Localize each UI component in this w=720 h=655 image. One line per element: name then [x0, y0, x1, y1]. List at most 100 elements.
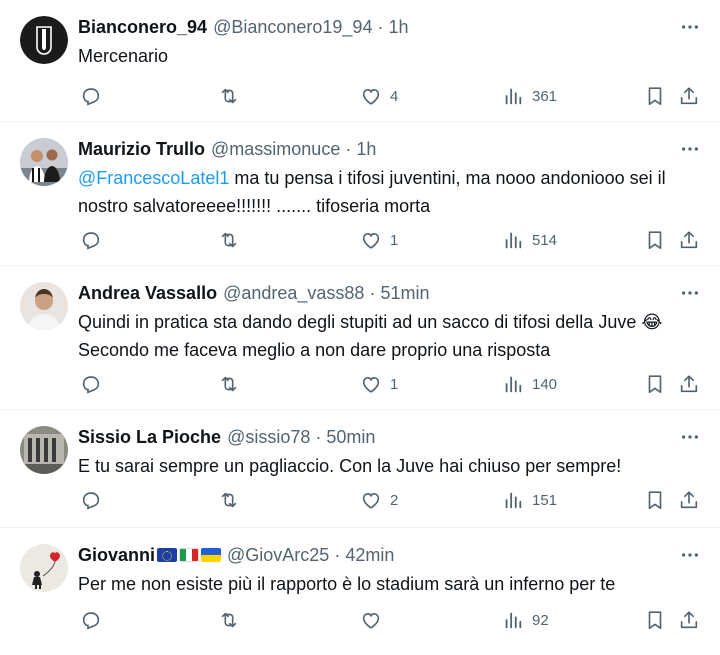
tweet-text: Per me non esiste più il rapporto è lo s… [78, 574, 616, 594]
bookmark-icon [644, 373, 666, 395]
girl-with-balloon-icon [20, 544, 68, 592]
like-button[interactable]: 1 [360, 226, 398, 254]
tweet[interactable]: Bianconero_94 @Bianconero19_94 · 1h Merc… [0, 0, 720, 122]
like-count: 4 [390, 87, 399, 105]
timestamp[interactable]: 50min [326, 424, 375, 450]
separator-dot: · [334, 545, 341, 565]
bookmark-icon [644, 229, 666, 251]
user-handle[interactable]: @Bianconero19_94 [213, 14, 372, 40]
flag-emojis [157, 548, 222, 562]
heart-icon [360, 489, 382, 511]
share-button[interactable] [678, 226, 700, 254]
tweet-text: E tu sarai sempre un pagliaccio. Con la … [78, 456, 622, 476]
reply-button[interactable] [80, 486, 110, 514]
like-button[interactable]: 4 [360, 82, 398, 110]
bookmark-button[interactable] [644, 82, 666, 110]
timestamp[interactable]: 1h [356, 136, 376, 162]
players-photo-icon [20, 138, 68, 186]
reply-button[interactable] [80, 370, 110, 398]
user-handle[interactable]: @andrea_vass88 [223, 280, 364, 306]
display-name[interactable]: Sissio La Pioche [78, 424, 221, 450]
avatar[interactable] [20, 138, 68, 186]
more-options-icon[interactable] [678, 280, 702, 306]
views-icon [502, 489, 524, 511]
display-name[interactable]: Maurizio Trullo [78, 136, 205, 162]
more-options-icon[interactable] [678, 136, 702, 162]
reply-button[interactable] [80, 606, 110, 634]
timestamp[interactable]: 42min [345, 542, 394, 568]
avatar[interactable] [20, 16, 68, 64]
views-button[interactable]: 140 [502, 370, 557, 398]
heart-icon [360, 609, 382, 631]
retweet-button[interactable] [218, 486, 248, 514]
share-button[interactable] [678, 606, 700, 634]
share-button[interactable] [678, 82, 700, 110]
mention-link[interactable]: @FrancescoLatel1 [78, 168, 229, 188]
reply-button[interactable] [80, 226, 110, 254]
view-count: 140 [532, 375, 558, 393]
tweet[interactable]: Giovanni @GiovArc25 · 42min Per me non e… [0, 528, 720, 655]
retweet-button[interactable] [218, 226, 248, 254]
more-options-icon[interactable] [678, 424, 702, 450]
views-icon [502, 229, 524, 251]
retweet-button[interactable] [218, 606, 248, 634]
like-button[interactable] [360, 606, 390, 634]
tweet-text-line: ma tu pensa i tifosi juventini, ma nooo … [229, 168, 666, 188]
retweet-button[interactable] [218, 370, 248, 398]
timestamp[interactable]: 51min [380, 280, 429, 306]
juventus-logo-icon [20, 16, 68, 64]
like-button[interactable]: 2 [360, 486, 398, 514]
share-button[interactable] [678, 486, 700, 514]
view-count: 92 [532, 611, 549, 629]
reply-icon [80, 489, 102, 511]
retweet-button[interactable] [218, 82, 248, 110]
avatar[interactable] [20, 544, 68, 592]
views-icon [502, 609, 524, 631]
tweet-text: @FrancescoLatel1 ma tu pensa i tifosi ju… [78, 164, 688, 220]
display-name[interactable]: Giovanni [78, 542, 155, 568]
more-options-icon[interactable] [678, 14, 702, 40]
reply-icon [80, 373, 102, 395]
display-name[interactable]: Bianconero_94 [78, 14, 207, 40]
bookmark-button[interactable] [644, 486, 666, 514]
views-button[interactable]: 361 [502, 82, 557, 110]
share-icon [678, 229, 700, 251]
heart-icon [360, 85, 382, 107]
reply-button[interactable] [80, 82, 110, 110]
more-options-icon[interactable] [678, 542, 702, 568]
timestamp[interactable]: 1h [388, 14, 408, 40]
tweet[interactable]: Sissio La Pioche @sissio78 · 50min E tu … [0, 410, 720, 528]
share-icon [678, 609, 700, 631]
tweet-text-line: nostro salvatoreeee!!!!!!! ....... tifos… [78, 196, 431, 216]
avatar[interactable] [20, 282, 68, 330]
separator-dot: · [315, 427, 322, 447]
views-button[interactable]: 514 [502, 226, 557, 254]
separator-dot: · [377, 17, 384, 37]
views-button[interactable]: 151 [502, 486, 557, 514]
bookmark-button[interactable] [644, 226, 666, 254]
share-button[interactable] [678, 370, 700, 398]
italy-flag-icon [179, 548, 200, 562]
share-icon [678, 373, 700, 395]
stadium-icon [20, 426, 68, 474]
user-handle[interactable]: @sissio78 [227, 424, 310, 450]
views-button[interactable]: 92 [502, 606, 549, 634]
bookmark-button[interactable] [644, 370, 666, 398]
like-button[interactable]: 1 [360, 370, 398, 398]
display-name[interactable]: Andrea Vassallo [78, 280, 217, 306]
tweet[interactable]: Maurizio Trullo @massimonuce · 1h @Franc… [0, 122, 720, 266]
reply-icon [80, 85, 102, 107]
share-icon [678, 489, 700, 511]
views-icon [502, 373, 524, 395]
tweet-text-line: Quindi in pratica sta dando degli stupit… [78, 312, 663, 332]
tweet[interactable]: Andrea Vassallo @andrea_vass88 · 51min Q… [0, 266, 720, 410]
bookmark-icon [644, 609, 666, 631]
retweet-icon [218, 373, 240, 395]
heart-icon [360, 373, 382, 395]
bookmark-button[interactable] [644, 606, 666, 634]
retweet-icon [218, 489, 240, 511]
avatar[interactable] [20, 426, 68, 474]
user-handle[interactable]: @massimonuce [211, 136, 340, 162]
user-handle[interactable]: @GiovArc25 [227, 542, 329, 568]
view-count: 361 [532, 87, 558, 105]
